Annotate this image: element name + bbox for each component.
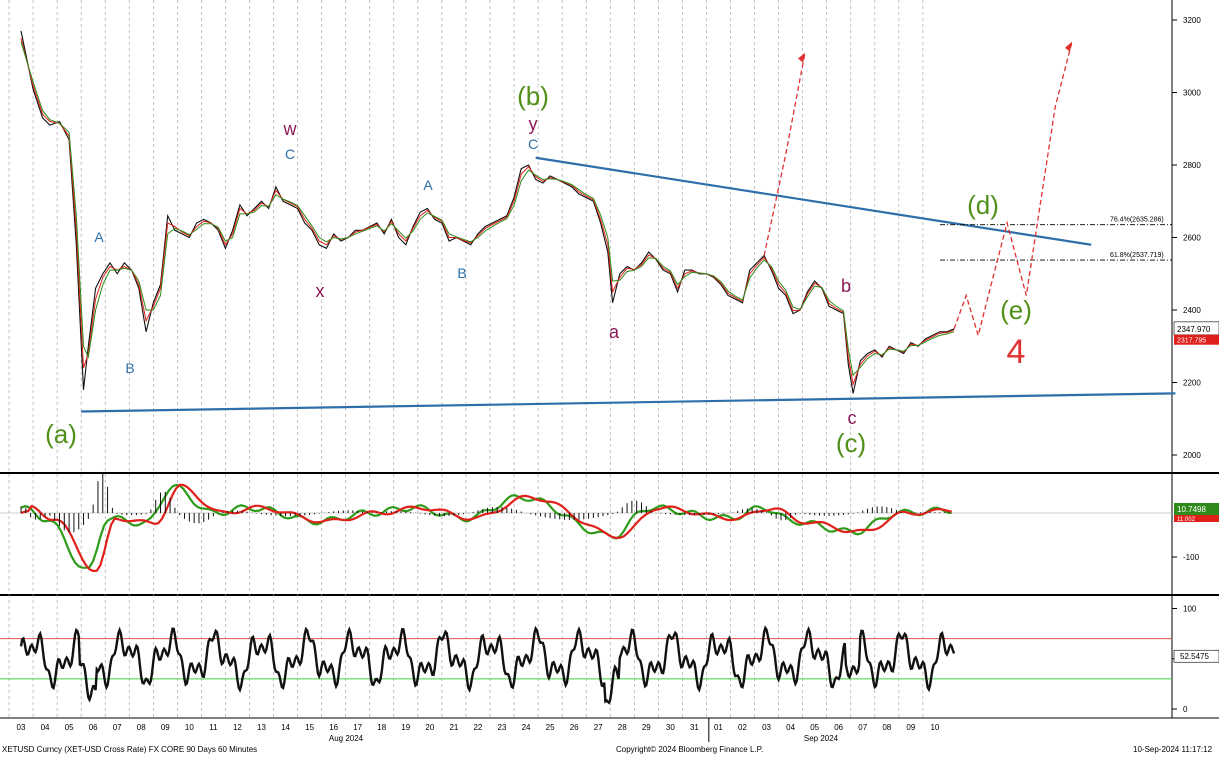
wave-label: w bbox=[283, 119, 298, 139]
x-tick-label: 16 bbox=[329, 723, 338, 732]
x-tick-label: 15 bbox=[305, 723, 314, 732]
wave-label: (b) bbox=[517, 81, 549, 111]
x-tick-label: 18 bbox=[377, 723, 386, 732]
x-tick-label: 27 bbox=[594, 723, 603, 732]
x-tick-label: 06 bbox=[89, 723, 98, 732]
x-tick-label: 10 bbox=[185, 723, 194, 732]
x-tick-label: 19 bbox=[401, 723, 410, 732]
wave-label: 4 bbox=[1007, 333, 1026, 371]
x-tick-label: 17 bbox=[353, 723, 362, 732]
x-tick-label: 21 bbox=[449, 723, 458, 732]
last-price-label: 2347.970 bbox=[1177, 325, 1211, 334]
x-tick-label: 11 bbox=[209, 723, 218, 732]
wave-label: (d) bbox=[967, 190, 999, 220]
rsi-tick-label: 100 bbox=[1183, 605, 1197, 614]
macd-signal-label: 11.002 bbox=[1177, 517, 1196, 523]
x-tick-label: 03 bbox=[17, 723, 26, 732]
chart-background bbox=[0, 0, 1219, 757]
wave-label: (e) bbox=[1000, 295, 1032, 325]
x-tick-label: 13 bbox=[257, 723, 266, 732]
x-tick-label: 25 bbox=[546, 723, 555, 732]
rsi-value-label: 52.5475 bbox=[1180, 652, 1209, 661]
x-tick-label: 01 bbox=[714, 723, 723, 732]
wave-label: A bbox=[94, 229, 104, 245]
x-tick-label: 03 bbox=[762, 723, 771, 732]
x-tick-label: 08 bbox=[137, 723, 146, 732]
x-tick-label: 07 bbox=[113, 723, 122, 732]
wave-label: B bbox=[457, 265, 466, 281]
y-tick-label: 2600 bbox=[1183, 234, 1201, 243]
month-label: Sep 2024 bbox=[804, 734, 839, 743]
x-tick-label: 20 bbox=[425, 723, 434, 732]
y-tick-label: 3200 bbox=[1183, 16, 1201, 25]
x-tick-label: 12 bbox=[233, 723, 242, 732]
footer-security: XETUSD Curncy (XET-USD Cross Rate) FX CO… bbox=[2, 745, 258, 754]
wave-label: C bbox=[528, 136, 538, 152]
wave-label: b bbox=[841, 276, 851, 296]
wave-label: B bbox=[125, 360, 134, 376]
x-tick-label: 09 bbox=[161, 723, 170, 732]
x-tick-label: 26 bbox=[570, 723, 579, 732]
x-tick-label: 24 bbox=[522, 723, 531, 732]
month-label: Aug 2024 bbox=[329, 734, 364, 743]
chart-svg: 2000 2200 2400 2600 2800 3000 3200 76.4%(2635.2… bbox=[0, 0, 1219, 757]
wave-label: a bbox=[609, 322, 620, 342]
second-price-label: 2317.795 bbox=[1177, 338, 1206, 345]
y-tick-label: 2000 bbox=[1183, 451, 1201, 460]
x-tick-label: 05 bbox=[65, 723, 74, 732]
x-tick-label: 29 bbox=[642, 723, 651, 732]
x-tick-label: 06 bbox=[834, 723, 843, 732]
x-tick-label: 02 bbox=[738, 723, 747, 732]
y-tick-label: 3000 bbox=[1183, 89, 1201, 98]
y-tick-label: 2800 bbox=[1183, 161, 1201, 170]
x-tick-label: 30 bbox=[666, 723, 675, 732]
x-tick-label: 07 bbox=[858, 723, 867, 732]
x-tick-label: 08 bbox=[882, 723, 891, 732]
footer-copyright: Copyright© 2024 Bloomberg Finance L.P. bbox=[616, 745, 764, 754]
y-tick-label: 2200 bbox=[1183, 379, 1201, 388]
rsi-tick-label: 0 bbox=[1183, 705, 1188, 714]
x-tick-label: 14 bbox=[281, 723, 290, 732]
x-tick-label: 09 bbox=[906, 723, 915, 732]
fib-level-label: 76.4%(2635.286) bbox=[1110, 217, 1164, 224]
footer-timestamp: 10-Sep-2024 11:17:12 bbox=[1133, 745, 1213, 754]
x-tick-label: 31 bbox=[690, 723, 699, 732]
wave-label: c bbox=[848, 408, 857, 428]
wave-label: y bbox=[529, 114, 538, 134]
x-tick-label: 05 bbox=[810, 723, 819, 732]
x-tick-label: 22 bbox=[473, 723, 482, 732]
macd-tick-label: -100 bbox=[1183, 553, 1200, 562]
wave-label: (c) bbox=[836, 428, 866, 458]
x-tick-label: 23 bbox=[498, 723, 507, 732]
wave-label: C bbox=[285, 146, 295, 162]
chart-area: 2000 2200 2400 2600 2800 3000 3200 76.4%(2635.2… bbox=[0, 0, 1219, 757]
x-tick-label: 04 bbox=[41, 723, 50, 732]
macd-value-label: 10.7498 bbox=[1177, 505, 1206, 514]
x-tick-label: 28 bbox=[618, 723, 627, 732]
x-tick-label: 04 bbox=[786, 723, 795, 732]
x-tick-label: 10 bbox=[930, 723, 939, 732]
y-tick-label: 2400 bbox=[1183, 306, 1201, 315]
wave-label: (a) bbox=[45, 419, 77, 449]
wave-label: A bbox=[423, 177, 433, 193]
fib-level-label: 61.8%(2537.719) bbox=[1110, 252, 1164, 259]
wave-label: x bbox=[316, 281, 325, 301]
